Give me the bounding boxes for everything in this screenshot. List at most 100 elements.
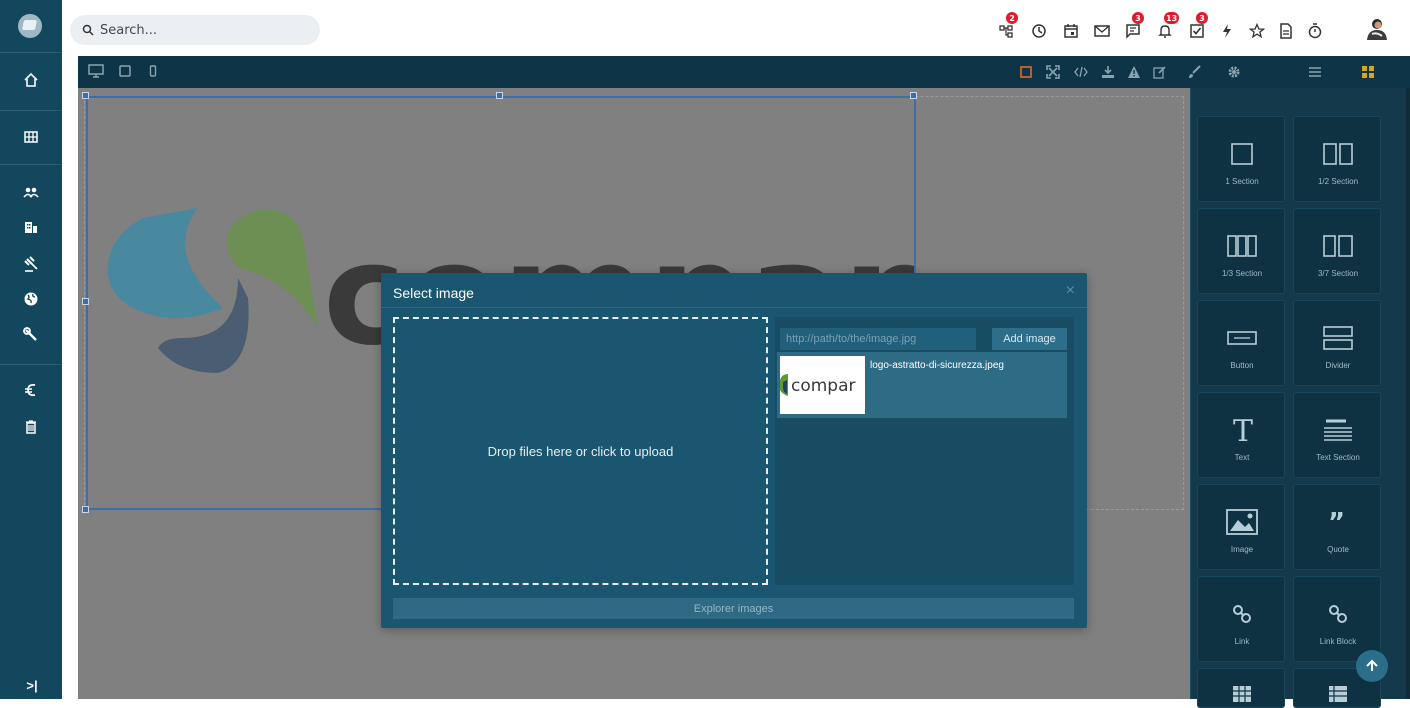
asset-filename: logo-astratto-di-sicurezza.jpeg [870,360,1004,371]
trash-icon[interactable] [20,416,42,438]
euro-icon[interactable] [20,379,42,401]
sidebar-divider [0,52,62,53]
block-quote[interactable]: ” Quote [1293,484,1381,570]
tablet-icon[interactable] [119,64,131,83]
svg-text:”: ” [1328,509,1345,535]
block-link-block[interactable]: Link Block [1293,576,1381,662]
resize-handle[interactable] [496,92,503,99]
panel-scrollbar[interactable] [1406,88,1410,699]
select-outline-icon[interactable] [1018,64,1034,80]
sidebar-divider [0,164,62,165]
one-column-icon [1222,141,1262,167]
grid-icon[interactable] [20,126,42,148]
stopwatch-icon[interactable] [1306,22,1324,40]
asset-thumbnail: compar [780,356,865,414]
resize-handle[interactable] [82,298,89,305]
users-icon[interactable] [20,181,42,203]
brush-icon[interactable] [1186,64,1202,80]
block-text[interactable]: T Text [1197,392,1285,478]
wrench-icon[interactable] [20,324,42,346]
notification-badge: 13 [1164,12,1180,24]
select-image-modal: Select image × Drop files here or click … [381,273,1087,628]
editor-toolbar [78,56,1410,88]
grid-dots-icon [1222,681,1262,707]
list-icon [1318,681,1358,707]
collapse-sidebar-button[interactable]: >| [22,676,42,694]
top-bar: 2 3 13 3 [62,0,1410,56]
resize-handle[interactable] [82,506,89,513]
image-assets-area: Add image compar logo-astratto-di-sicure… [775,317,1074,585]
block-link[interactable]: Link [1197,576,1285,662]
block-button[interactable]: Button [1197,300,1285,386]
resize-handle[interactable] [910,92,917,99]
notification-badge: 3 [1132,12,1144,24]
import-icon[interactable] [1100,64,1116,80]
block-1-2-section[interactable]: 1/2 Section [1293,116,1381,202]
modal-title: Select image [393,285,474,301]
fullscreen-icon[interactable] [1045,64,1061,80]
block-divider[interactable]: Divider [1293,300,1381,386]
button-shape-icon [1222,325,1262,351]
block-1-3-section[interactable]: 1/3 Section [1197,208,1285,294]
dropzone-text: Drop files here or click to upload [487,443,674,459]
home-icon[interactable] [20,69,42,91]
document-icon[interactable] [1277,22,1295,40]
block-1-section[interactable]: 1 Section [1197,116,1285,202]
star-icon[interactable] [1248,22,1266,40]
block-3-7-section[interactable]: 3/7 Section [1293,208,1381,294]
link-chain-icon [1318,601,1358,627]
tasks-icon[interactable]: 3 [1188,12,1208,40]
sidebar-divider [0,364,62,365]
app-logo[interactable] [18,14,42,38]
three-column-icon [1222,233,1262,259]
gavel-icon[interactable] [20,253,42,275]
explorer-images-button[interactable]: Explorer images [393,598,1074,619]
code-icon[interactable] [1073,64,1089,80]
image-landscape-icon [1222,509,1262,535]
quote-icon: ” [1318,509,1358,535]
link-chain-icon [1222,601,1262,627]
resize-handle[interactable] [82,92,89,99]
network-icon[interactable]: 2 [998,12,1018,40]
search-box[interactable] [70,15,320,45]
svg-text:T: T [1233,415,1253,445]
two-column-icon [1318,141,1358,167]
image-asset-item[interactable]: compar logo-astratto-di-sicurezza.jpeg [777,352,1067,418]
calendar-icon[interactable] [1062,22,1080,40]
block-grid-items[interactable] [1197,668,1285,708]
bell-icon[interactable]: 13 [1156,12,1180,40]
chat-icon[interactable]: 3 [1124,12,1144,40]
add-image-button[interactable]: Add image [992,328,1067,350]
flash-icon[interactable] [1218,22,1236,40]
blocks-icon[interactable] [1360,64,1376,80]
settings-icon[interactable] [1226,64,1242,80]
block-text-section[interactable]: Text Section [1293,392,1381,478]
divider-shape-icon [1318,325,1358,351]
building-icon[interactable] [20,216,42,238]
upload-dropzone[interactable]: Drop files here or click to upload [393,317,768,585]
notification-badge: 2 [1006,12,1018,24]
history-icon[interactable] [1030,22,1048,40]
search-input[interactable] [100,22,300,38]
svg-text:compar: compar [791,376,856,396]
left-sidebar: >| [0,0,62,699]
block-image[interactable]: Image [1197,484,1285,570]
user-avatar[interactable] [1364,16,1390,42]
layers-icon[interactable] [1307,64,1323,80]
mobile-icon[interactable] [149,64,157,83]
search-icon [82,24,94,36]
text-t-icon: T [1222,415,1262,445]
mail-icon[interactable] [1093,22,1111,40]
sidebar-divider [0,110,62,111]
desktop-icon[interactable] [88,64,104,83]
warning-icon[interactable] [1126,64,1142,80]
blocks-panel: 1 Section 1/2 Section 1/3 Section 3/7 Se… [1190,88,1410,708]
three-seven-column-icon [1318,233,1358,259]
notification-badge: 3 [1196,12,1208,24]
close-icon[interactable]: × [1066,282,1075,300]
text-lines-icon [1318,417,1358,443]
scroll-to-top-button[interactable] [1356,650,1388,682]
globe-icon[interactable] [20,288,42,310]
edit-icon[interactable] [1152,64,1168,80]
image-url-input[interactable] [780,328,976,350]
